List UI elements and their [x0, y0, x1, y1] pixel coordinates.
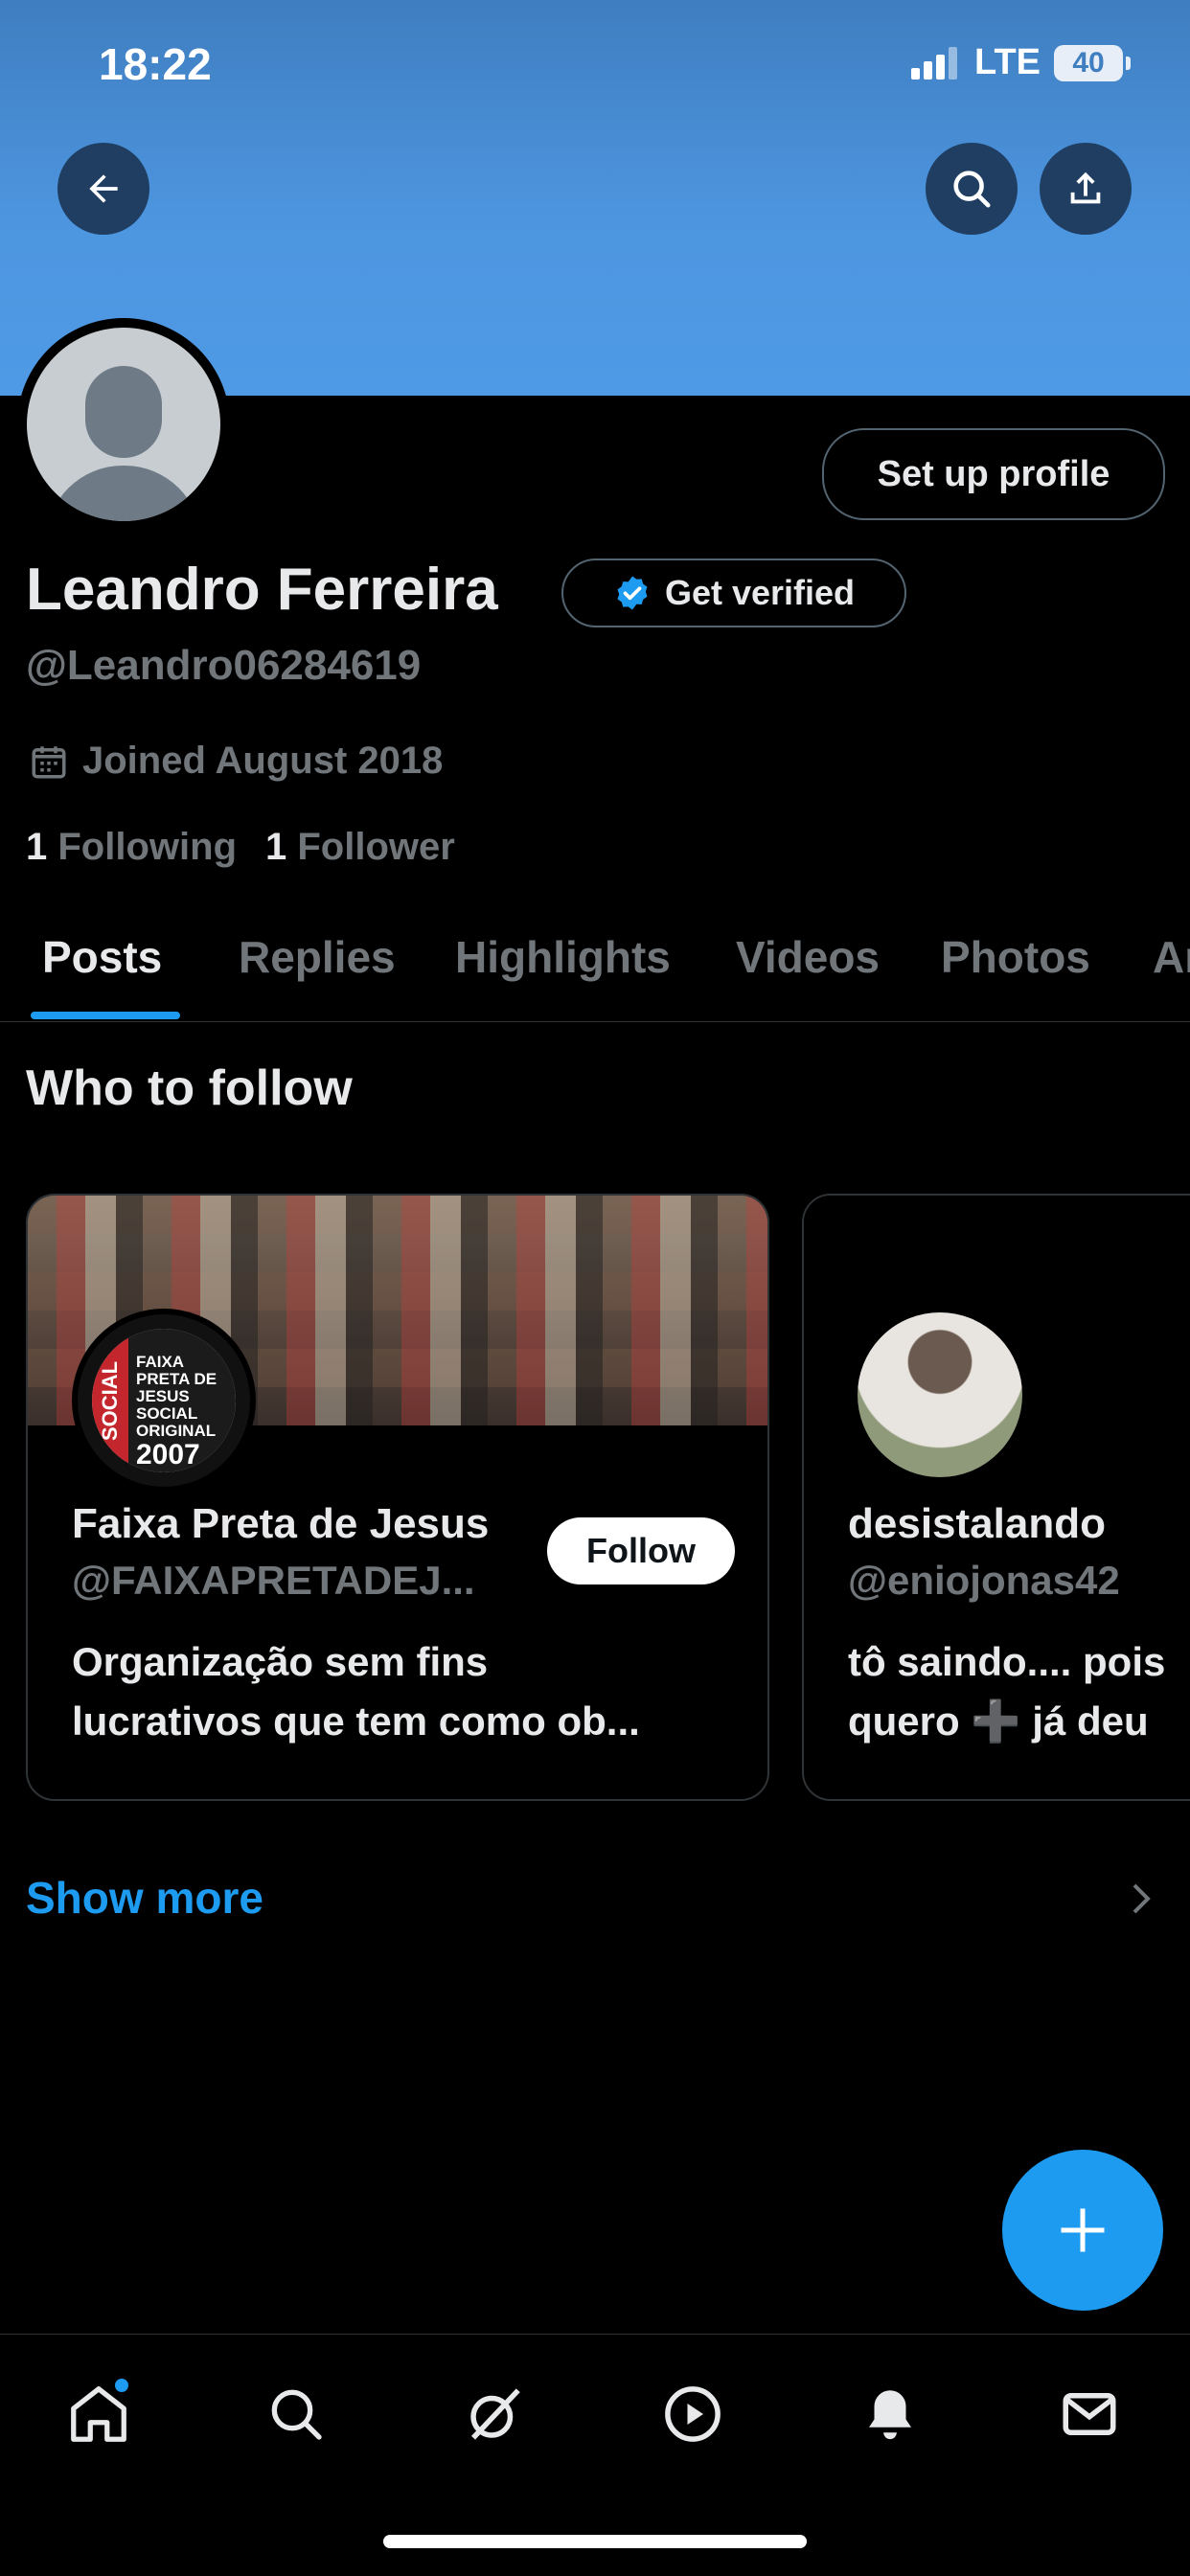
tab-highlights[interactable]: Highlights: [455, 931, 671, 983]
logo-line: SOCIAL: [136, 1404, 198, 1423]
nav-messages[interactable]: [1046, 2371, 1133, 2457]
get-verified-label: Get verified: [664, 573, 856, 612]
logo-line: ORIGINAL: [136, 1422, 217, 1440]
mail-icon: [1063, 2393, 1116, 2435]
joined-date: Joined August 2018: [29, 740, 443, 783]
setup-profile-button[interactable]: Set up profile: [822, 428, 1165, 520]
play-icon: [665, 2386, 721, 2442]
search-button[interactable]: [926, 143, 1018, 235]
card-name: Faixa Preta de Jesus: [72, 1500, 490, 1547]
nav-search[interactable]: [253, 2371, 339, 2457]
card-bio: Organização sem fins lucrativos que tem …: [72, 1632, 640, 1751]
card-bio-line: lucrativos que tem como ob...: [72, 1698, 640, 1744]
profile-tabs: Posts Replies Highlights Videos Photos A…: [0, 910, 1190, 1022]
card-handle: @eniojonas42: [848, 1558, 1120, 1603]
battery-level: 40: [1072, 46, 1105, 79]
profile-name: Leandro Ferreira: [26, 557, 498, 623]
nav-notifications[interactable]: [847, 2371, 933, 2457]
joined-label: Joined August 2018: [82, 740, 444, 782]
card-handle: @FAIXAPRETADEJ...: [72, 1558, 475, 1603]
tab-articles[interactable]: Ar: [1153, 931, 1190, 983]
who-to-follow-title: Who to follow: [26, 1060, 353, 1116]
network-label: LTE: [974, 42, 1041, 82]
following-link[interactable]: 1 Following: [26, 826, 237, 869]
search-icon: [271, 2389, 322, 2440]
battery-icon: 40: [1054, 44, 1131, 81]
tab-posts[interactable]: Posts: [42, 931, 162, 983]
home-indicator: [383, 2535, 807, 2548]
card-bio-line: Organização sem fins: [72, 1639, 489, 1684]
nav-grok[interactable]: [451, 2371, 538, 2457]
card-name: desistalando: [848, 1500, 1106, 1547]
nav-home[interactable]: [56, 2371, 142, 2457]
chevron-right-icon[interactable]: [1127, 1880, 1157, 1918]
tab-videos[interactable]: Videos: [736, 931, 880, 983]
show-more-link[interactable]: Show more: [26, 1872, 263, 1924]
notification-dot: [115, 2379, 128, 2392]
share-icon: [1070, 171, 1101, 204]
active-tab-indicator: [31, 1012, 180, 1019]
logo-line: FAIXA: [136, 1353, 185, 1371]
desistalando-avatar: [854, 1309, 1026, 1481]
status-time: 18:22: [99, 39, 212, 89]
tab-photos[interactable]: Photos: [941, 931, 1090, 983]
logo-side-text: SOCIAL: [92, 1329, 128, 1472]
card-bio: tô saindo.... pois quero ➕ já deu: [848, 1632, 1165, 1751]
suggestion-card-faixa[interactable]: SOCIAL FAIXA PRETA DE JESUS SOCIAL ORIGI…: [26, 1194, 769, 1801]
follow-stats: 1 Following 1 Follower: [26, 826, 455, 869]
signal-icon: [911, 46, 958, 80]
profile-handle: @Leandro06284619: [26, 642, 422, 689]
logo-year: 2007: [136, 1439, 200, 1470]
status-indicators: LTE 40: [911, 42, 1131, 83]
search-icon: [953, 171, 991, 208]
default-avatar-icon: [27, 328, 220, 521]
logo-line: JESUS: [136, 1387, 190, 1405]
logo-line: PRETA DE: [136, 1370, 217, 1388]
bell-icon: [869, 2390, 911, 2440]
follow-button[interactable]: Follow: [547, 1517, 735, 1584]
profile-avatar[interactable]: [17, 318, 230, 531]
followers-link[interactable]: 1 Follower: [265, 826, 455, 869]
arrow-left-icon: [89, 174, 118, 203]
plus-icon: [1061, 2208, 1105, 2252]
followers-label: Follower: [297, 826, 455, 868]
verified-badge-icon: [617, 576, 648, 610]
get-verified-button[interactable]: Get verified: [561, 559, 906, 627]
nav-video[interactable]: [650, 2371, 736, 2457]
card-bio-line: quero ➕ já deu: [848, 1698, 1149, 1744]
tab-replies[interactable]: Replies: [239, 931, 396, 983]
back-button[interactable]: [57, 143, 149, 235]
suggestion-card-desistalando[interactable]: desistalando @eniojonas42 tô saindo.... …: [802, 1194, 1190, 1801]
compose-post-button[interactable]: [1002, 2150, 1163, 2311]
share-button[interactable]: [1040, 143, 1132, 235]
grok-icon: [470, 2388, 520, 2440]
following-label: Following: [57, 826, 237, 868]
following-count: 1: [26, 826, 48, 868]
card-bio-line: tô saindo.... pois: [848, 1639, 1166, 1684]
followers-count: 1: [265, 826, 287, 868]
faixa-logo-avatar: SOCIAL FAIXA PRETA DE JESUS SOCIAL ORIGI…: [72, 1309, 256, 1493]
calendar-icon: [32, 745, 66, 778]
